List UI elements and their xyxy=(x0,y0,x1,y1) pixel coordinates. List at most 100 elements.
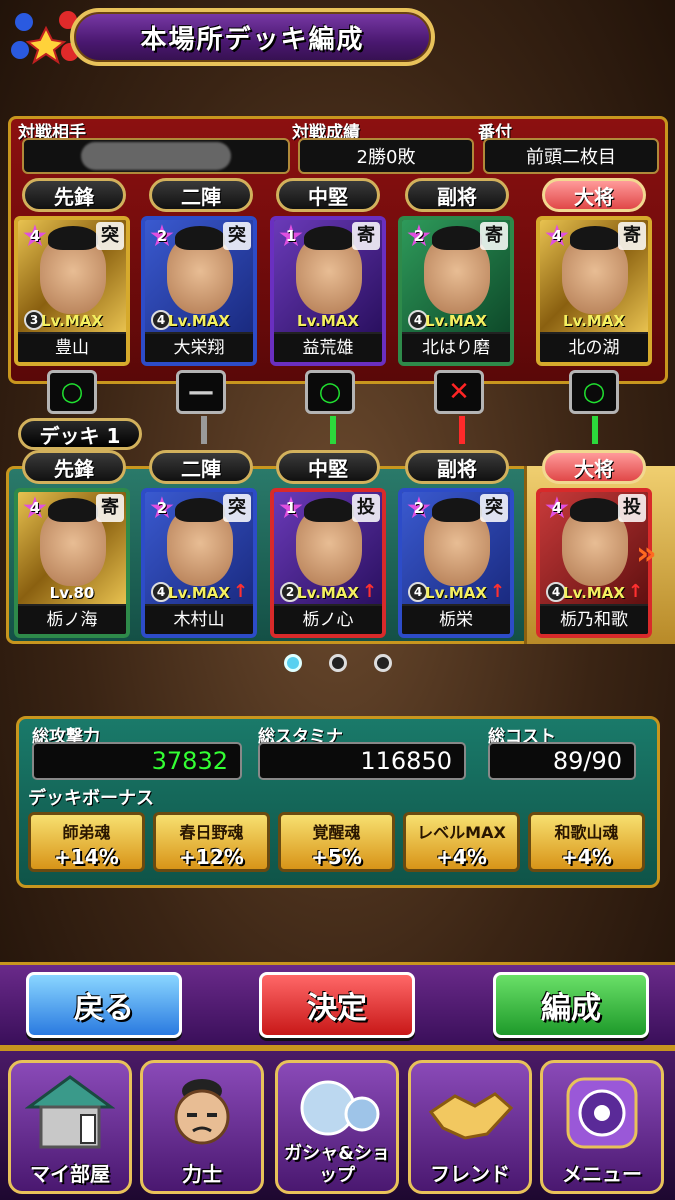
level-label: Lv.MAX xyxy=(41,312,103,330)
opp-position-fukusho: 副将 xyxy=(405,178,509,212)
deck-position-senpo: 先鋒 xyxy=(22,450,126,484)
nav-label: メニュー xyxy=(562,1162,642,1186)
deck-position-chuken: 中堅 xyxy=(276,450,380,484)
scroll-right-chevron-icon[interactable]: » xyxy=(636,534,657,572)
opp-wrestler-card[interactable]: ★ 2 寄 4 Lv.MAX 北はり磨 xyxy=(398,216,514,366)
bonus-value: +12% xyxy=(179,845,244,869)
opp-position-taisho: 大将 xyxy=(542,178,646,212)
wrestler-name: 木村山 xyxy=(145,606,253,634)
technique-type-badge: 突 xyxy=(223,494,251,522)
deck-bonus-item: 和歌山魂 +4% xyxy=(528,812,645,872)
opp-wrestler-card[interactable]: ★ 4 突 3 Lv.MAX 豊山 xyxy=(14,216,130,366)
opp-position-nijin: 二陣 xyxy=(149,178,253,212)
level-label: Lv.MAX xyxy=(425,312,487,330)
deck-wrestler-card[interactable]: ★ 2 突 4 ↑ Lv.MAX 栃栄 xyxy=(398,488,514,638)
level-label: Lv.MAX xyxy=(297,584,359,602)
deck-position-taisho: 大将 xyxy=(542,450,646,484)
result-connector xyxy=(592,416,598,444)
technique-type-badge: 突 xyxy=(480,494,508,522)
match-result-indicator: ✕ xyxy=(434,370,484,414)
star-count: 1 xyxy=(285,499,297,517)
wrestler-name: 豊山 xyxy=(18,334,126,362)
redacted-name xyxy=(81,142,231,170)
nav-label: 力士 xyxy=(182,1162,222,1186)
page-indicator-dot[interactable] xyxy=(329,654,347,672)
rank-value: 前頭二枚目 xyxy=(483,138,659,174)
star-count: 1 xyxy=(285,227,297,245)
level-label: Lv.MAX xyxy=(168,312,230,330)
level-label: Lv.MAX xyxy=(563,584,625,602)
opponent-name-field xyxy=(22,138,290,174)
opp-wrestler-card[interactable]: ★ 1 寄 Lv.MAX 益荒雄 xyxy=(270,216,386,366)
opp-wrestler-card[interactable]: ★ 2 突 4 Lv.MAX 大栄翔 xyxy=(141,216,257,366)
technique-type-badge: 突 xyxy=(96,222,124,250)
wrestler-name: 北はり磨 xyxy=(402,334,510,362)
back-button[interactable]: 戻る xyxy=(26,972,182,1038)
bonus-name: 春日野魂 xyxy=(179,823,244,842)
bonus-value: +5% xyxy=(311,845,362,869)
bonus-value: +4% xyxy=(561,845,612,869)
level-label: Lv.MAX xyxy=(425,584,487,602)
record-value: 2勝0敗 xyxy=(298,138,474,174)
level-label: Lv.MAX xyxy=(168,584,230,602)
level-label: Lv.MAX xyxy=(297,312,359,330)
deck-wrestler-card[interactable]: ★ 4 寄 Lv.80 栃ノ海 xyxy=(14,488,130,638)
opp-position-chuken: 中堅 xyxy=(276,178,380,212)
deck-bonus-item: 師弟魂 +14% xyxy=(28,812,145,872)
star-count: 2 xyxy=(413,227,425,245)
wrestler-name: 栃ノ心 xyxy=(274,606,382,634)
edit-deck-button[interactable]: 編成 xyxy=(493,972,649,1038)
deck-number-tab[interactable]: デッキ 1 xyxy=(18,418,142,450)
technique-type-badge: 突 xyxy=(223,222,251,250)
technique-type-badge: 寄 xyxy=(96,494,124,522)
deck-bonus-item: レベルMAX +4% xyxy=(403,812,520,872)
technique-type-badge: 寄 xyxy=(352,222,380,250)
bonus-name: 師弟魂 xyxy=(62,823,111,842)
wrestler-name: 大栄翔 xyxy=(145,334,253,362)
deck-position-nijin: 二陣 xyxy=(149,450,253,484)
star-count: 4 xyxy=(29,499,41,517)
nav-my-room[interactable]: マイ部屋 xyxy=(8,1060,132,1194)
page-indicator-dot[interactable] xyxy=(284,654,302,672)
nav-friends[interactable]: フレンド xyxy=(408,1060,532,1194)
wrestler-name: 益荒雄 xyxy=(274,334,382,362)
result-connector xyxy=(330,416,336,444)
star-count: 4 xyxy=(29,227,41,245)
level-label: Lv.MAX xyxy=(563,312,625,330)
nav-wrestlers[interactable]: 力士 xyxy=(140,1060,264,1194)
deck-wrestler-card[interactable]: ★ 4 投 4 ↑ Lv.MAX 栃乃和歌 xyxy=(536,488,652,638)
result-connector xyxy=(459,416,465,444)
opp-wrestler-card[interactable]: ★ 4 寄 Lv.MAX 北の湖 xyxy=(536,216,652,366)
nav-menu[interactable]: メニュー xyxy=(540,1060,664,1194)
technique-type-badge: 投 xyxy=(618,494,646,522)
bonus-name: レベルMAX xyxy=(417,823,506,842)
wrestler-name: 栃ノ海 xyxy=(18,606,126,634)
nav-gacha-shop[interactable]: ガシャ&ショップ xyxy=(275,1060,399,1194)
level-label: Lv.80 xyxy=(49,584,95,602)
decide-button[interactable]: 決定 xyxy=(259,972,415,1038)
wrestler-icon xyxy=(155,1071,249,1155)
star-count: 2 xyxy=(156,499,168,517)
star-count: 4 xyxy=(551,227,563,245)
page-indicator-dot[interactable] xyxy=(374,654,392,672)
deck-wrestler-card[interactable]: ★ 2 突 4 ↑ Lv.MAX 木村山 xyxy=(141,488,257,638)
result-connector xyxy=(201,416,207,444)
page-title: 本場所デッキ編成 xyxy=(70,8,435,66)
deck-bonus-item: 覚醒魂 +5% xyxy=(278,812,395,872)
crest-icon xyxy=(555,1071,649,1155)
deck-bonus-item: 春日野魂 +12% xyxy=(153,812,270,872)
star-count: 2 xyxy=(413,499,425,517)
technique-type-badge: 投 xyxy=(352,494,380,522)
technique-type-badge: 寄 xyxy=(618,222,646,250)
star-count: 2 xyxy=(156,227,168,245)
deck-wrestler-card[interactable]: ★ 1 投 2 ↑ Lv.MAX 栃ノ心 xyxy=(270,488,386,638)
house-icon xyxy=(23,1071,117,1155)
opp-position-senpo: 先鋒 xyxy=(22,178,126,212)
star-count: 4 xyxy=(551,499,563,517)
bonus-value: +14% xyxy=(54,845,119,869)
match-result-indicator: ○ xyxy=(305,370,355,414)
bonus-name: 和歌山魂 xyxy=(554,823,619,842)
match-result-indicator: ○ xyxy=(47,370,97,414)
stamina-value: 116850 xyxy=(258,742,466,780)
nav-label: ガシャ&ショップ xyxy=(284,1143,390,1186)
